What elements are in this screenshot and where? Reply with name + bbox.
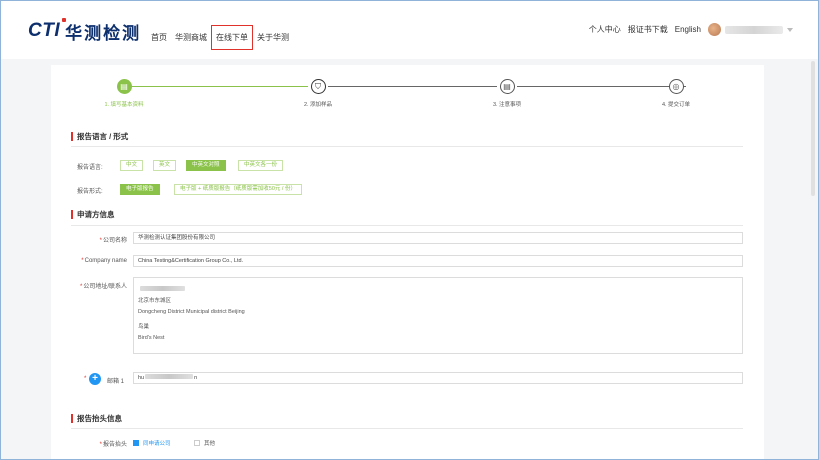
- lang-option-chinese[interactable]: 中文: [120, 160, 144, 171]
- notice-icon: ▤: [499, 79, 515, 94]
- step-2-label: 2. 添加样品: [303, 102, 333, 108]
- report-header-label-text: 报告抬头: [102, 442, 127, 448]
- email-value-start: hu: [138, 375, 145, 381]
- address-contact-textarea[interactable]: 北京市东城区 Dongcheng District Municipal dist…: [133, 277, 743, 354]
- section-title-applicant: 申请方信息: [71, 210, 115, 219]
- certificate-download-link[interactable]: 报证书下载: [628, 24, 668, 35]
- main-nav: 首页 华测商城 在线下单 关于华测: [151, 25, 297, 50]
- required-mark-asterisk: *: [84, 376, 87, 382]
- site-header: CTI 华测检测 首页 华测商城 在线下单 关于华测 个人中心 报证书下载 En…: [1, 1, 818, 59]
- report-header-label: *报告抬头: [87, 439, 127, 448]
- required-mark: *: [81, 258, 84, 264]
- address-contact-label-text: 公司地址/联系人: [83, 284, 127, 290]
- username-redacted[interactable]: [725, 25, 783, 34]
- user-avatar-icon[interactable]: [708, 23, 721, 36]
- sample-icon: ⛉: [310, 79, 326, 94]
- step-1: ▤ 1. 填写基本资料: [64, 79, 184, 108]
- form-option-paper[interactable]: 电子版 + 纸质版报告（纸质版需加收50元 / 份）: [174, 184, 302, 195]
- address-line-2: Dongcheng District Municipal district Be…: [138, 309, 245, 315]
- step-4: ◎ 4. 提交订单: [616, 79, 736, 108]
- address-line-4: Bird's Nest: [138, 335, 165, 341]
- report-language-label: 报告语言:: [77, 165, 103, 171]
- other-header-checkbox[interactable]: [194, 440, 200, 446]
- required-mark: *: [99, 442, 102, 448]
- company-en-label-text: Company name: [84, 258, 127, 264]
- step-2: ⛉ 2. 添加样品: [258, 79, 378, 108]
- address-line-3: 鸟巢: [138, 324, 150, 330]
- company-name-input[interactable]: 华测检测认证集团股份有限公司: [133, 232, 743, 244]
- company-en-label: *Company name: [51, 258, 127, 264]
- nav-home[interactable]: 首页: [151, 32, 167, 43]
- step-4-label: 4. 提交订单: [661, 102, 691, 108]
- company-en-input[interactable]: China Testing&Certification Group Co., L…: [133, 255, 743, 267]
- address-line-1: 北京市东城区: [138, 298, 172, 304]
- email-input[interactable]: hu n: [133, 372, 743, 384]
- personal-center-link[interactable]: 个人中心: [589, 24, 621, 35]
- email-value-end: n: [194, 375, 198, 381]
- report-form-label: 报告形式:: [77, 189, 103, 195]
- required-mark: *: [84, 376, 87, 382]
- cti-logo[interactable]: CTI 华测检测: [28, 18, 142, 44]
- address-contact-label: *公司地址/联系人: [51, 281, 127, 290]
- logo-brand: CTI: [28, 20, 61, 41]
- same-as-applicant-checkbox[interactable]: [133, 440, 139, 446]
- contact-name-redacted: [140, 286, 185, 291]
- nav-about[interactable]: 关于华测: [257, 32, 289, 43]
- email-redacted: [145, 374, 194, 379]
- step-3-label: 3. 注意事项: [492, 102, 522, 108]
- step-1-label: 1. 填写基本资料: [104, 102, 144, 108]
- lang-option-bilingual[interactable]: 中英文对照: [186, 160, 226, 171]
- nav-mall[interactable]: 华测商城: [175, 32, 207, 43]
- browser-frame: CTI 华测检测 首页 华测商城 在线下单 关于华测 个人中心 报证书下载 En…: [0, 0, 819, 460]
- company-name-label: *公司名称: [87, 235, 127, 244]
- order-form-card: ▤ 1. 填写基本资料 ⛉ 2. 添加样品 ▤ 3. 注意事项 ◎ 4. 提交订…: [51, 65, 764, 459]
- section-title-report-format: 报告语言 / 形式: [71, 132, 128, 141]
- section-divider: [71, 225, 743, 226]
- logo-cn: 华测检测: [65, 23, 142, 44]
- section-divider: [71, 428, 743, 429]
- required-mark: *: [99, 238, 102, 244]
- form-option-electronic[interactable]: 电子版报告: [120, 184, 160, 195]
- nav-online-order[interactable]: 在线下单: [211, 25, 253, 50]
- form-icon: ▤: [116, 79, 132, 94]
- logo-dot: [62, 18, 66, 22]
- lang-option-english[interactable]: 英文: [153, 160, 177, 171]
- add-email-button[interactable]: +: [89, 373, 101, 385]
- company-name-label-text: 公司名称: [102, 238, 127, 244]
- same-as-applicant-label[interactable]: 同申请公司: [143, 439, 171, 447]
- step-3: ▤ 3. 注意事项: [447, 79, 567, 108]
- chevron-down-icon[interactable]: [787, 27, 793, 32]
- header-user-area: 个人中心 报证书下载 English: [582, 23, 793, 36]
- page-scrollbar[interactable]: [811, 61, 815, 196]
- english-link[interactable]: English: [675, 25, 701, 34]
- email-label: 邮箱 1: [107, 379, 125, 385]
- submit-icon: ◎: [668, 79, 684, 94]
- other-header-label[interactable]: 其他: [204, 439, 215, 447]
- order-stepper: ▤ 1. 填写基本资料 ⛉ 2. 添加样品 ▤ 3. 注意事项 ◎ 4. 提交订…: [51, 79, 764, 119]
- section-divider: [71, 146, 743, 147]
- required-mark: *: [79, 284, 83, 290]
- section-title-report-header: 报告抬头信息: [71, 414, 122, 423]
- lang-option-both[interactable]: 中英文各一份: [238, 160, 284, 171]
